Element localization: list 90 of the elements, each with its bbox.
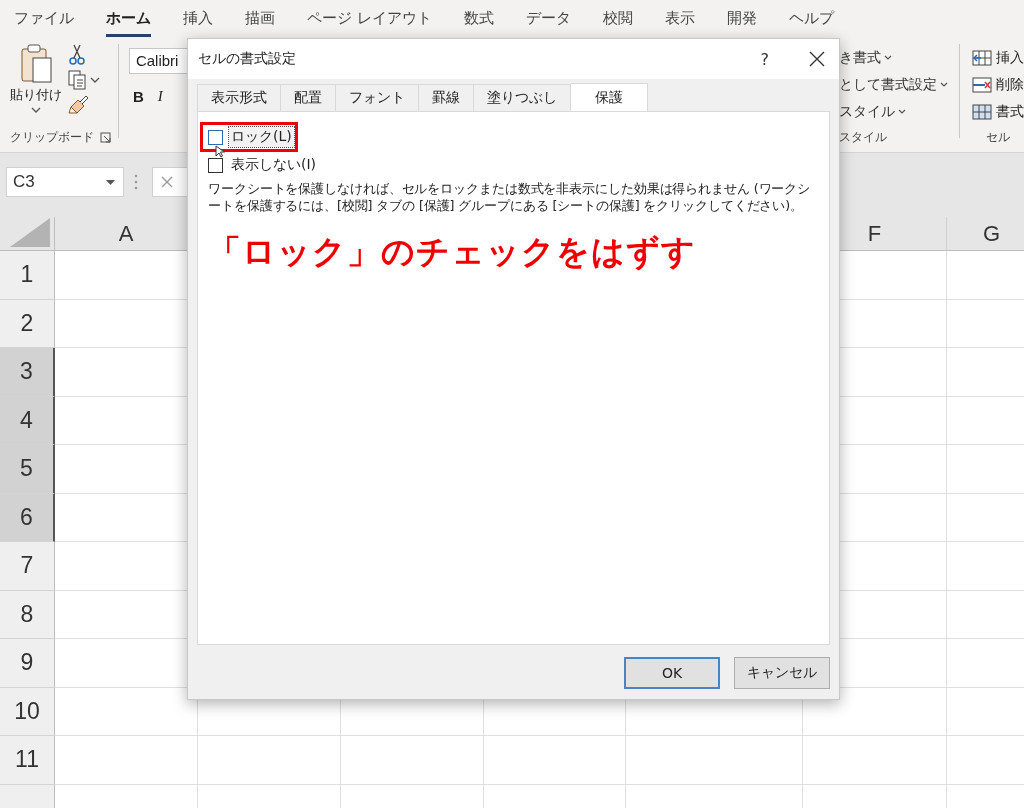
caret-icon (898, 108, 907, 115)
row-header[interactable]: 2 (0, 299, 55, 348)
delete-cells-icon (972, 76, 992, 93)
row-header[interactable]: 7 (0, 542, 55, 591)
info-text: ワークシートを保護しなければ、セルをロックまたは数式を非表示にした効果は得られません (ワークシートを保護するには、[校閲] タブの [保護] グループにある [シートの保護] をクリックしてください)。 (208, 180, 812, 214)
row-header[interactable]: 11 (0, 736, 55, 785)
select-all-button[interactable] (0, 217, 55, 251)
row-header[interactable]: 4 (0, 396, 55, 445)
row-header[interactable]: 6 (0, 493, 55, 542)
scissors-icon (68, 44, 86, 65)
dialog-tab[interactable]: フォント (336, 84, 419, 111)
grid-cell[interactable] (484, 736, 626, 785)
row-header[interactable]: 1 (0, 251, 55, 300)
dialog-button[interactable]: OK (624, 657, 720, 689)
ribbon-command[interactable]: スタイル (839, 102, 896, 121)
group-label: セル (985, 129, 1011, 146)
grid-cell[interactable] (947, 736, 1024, 785)
ribbon-tab[interactable]: ヘルプ (788, 1, 834, 37)
grid-cell[interactable] (947, 348, 1024, 397)
font-name-field[interactable]: Calibri (128, 48, 189, 74)
dialog-launcher-icon (99, 131, 112, 144)
checkbox[interactable] (208, 129, 223, 145)
more-icon (134, 174, 138, 190)
grid-cell[interactable] (947, 687, 1024, 736)
dialog-tab[interactable]: 表示形式 (197, 84, 281, 111)
ribbon-tab[interactable]: データ (525, 1, 571, 37)
bold-button[interactable]: B (132, 88, 144, 105)
grid-cell[interactable] (947, 590, 1024, 639)
grid-cell[interactable] (341, 736, 484, 785)
grid-cell[interactable] (803, 736, 947, 785)
dialog-tab[interactable]: 配置 (281, 84, 336, 111)
dialog-tab[interactable]: 保護 (571, 83, 648, 112)
row-header[interactable]: 9 (0, 639, 55, 688)
ribbon-tab[interactable]: 描画 (245, 1, 275, 37)
group-label: クリップボード (10, 129, 94, 146)
ribbon-command[interactable]: 挿入 (972, 44, 1024, 71)
checkbox[interactable] (208, 157, 223, 173)
ribbon-command[interactable]: 書式 (972, 98, 1024, 125)
copy-icon (68, 70, 86, 90)
grid-cell[interactable] (947, 493, 1024, 542)
ribbon-command[interactable]: として書式設定 (839, 75, 938, 94)
formula-field[interactable] (152, 167, 190, 197)
help-button[interactable]: ? (760, 49, 769, 69)
cursor-icon (215, 145, 225, 158)
grid-cell[interactable] (947, 251, 1024, 300)
grid-cell[interactable] (947, 396, 1024, 445)
ribbon-tab[interactable]: 数式 (463, 1, 494, 37)
checkbox-label[interactable]: 表示しない(I) (228, 154, 320, 176)
ribbon-tab[interactable]: 校閲 (602, 1, 633, 37)
grid-cell[interactable] (55, 687, 198, 736)
dialog-tab[interactable]: 塗りつぶし (474, 84, 571, 111)
dialog-button[interactable]: キャンセル (734, 657, 830, 689)
ribbon-tab[interactable]: 開発 (726, 1, 757, 37)
ribbon-tab[interactable]: ページ レイアウト (307, 1, 432, 37)
dropdown-icon (106, 179, 115, 185)
insert-cells-icon (972, 49, 992, 66)
close-icon[interactable] (809, 51, 825, 67)
grid-cell[interactable] (947, 299, 1024, 348)
grid-cell[interactable] (947, 639, 1024, 688)
row-header[interactable]: 10 (0, 687, 55, 736)
caret-icon (940, 81, 949, 88)
name-box[interactable]: C3 (6, 167, 124, 197)
ribbon-command[interactable]: 削除 (972, 71, 1024, 98)
grid-cell[interactable] (947, 542, 1024, 591)
row-header[interactable]: 3 (0, 348, 55, 397)
dialog-title: セルの書式設定 (198, 50, 297, 68)
row-header[interactable]: 5 (0, 445, 55, 494)
dialog-tab[interactable]: 罫線 (419, 84, 474, 111)
format-cells-icon (972, 103, 992, 120)
ribbon-tab[interactable]: 表示 (664, 1, 695, 37)
caret-icon (89, 76, 101, 84)
grid-cell[interactable] (198, 736, 341, 785)
ribbon-command[interactable]: き書式 (839, 48, 882, 67)
ribbon-tab[interactable]: 挿入 (183, 1, 213, 37)
caret-icon (884, 54, 893, 61)
clipboard-icon (19, 42, 53, 84)
caret-icon (30, 106, 42, 114)
ribbon-tab[interactable]: ホーム (106, 1, 151, 37)
checkbox-label[interactable]: ロック(L) (228, 126, 295, 148)
group-label: スタイル (839, 129, 889, 146)
grid-cell[interactable] (947, 445, 1024, 494)
annotation-text: 「ロック」のチェックをはずす (208, 231, 697, 273)
format-painter-icon (68, 95, 89, 115)
grid-cell[interactable] (55, 736, 198, 785)
grid-cell[interactable] (626, 736, 803, 785)
italic-button[interactable]: I (157, 88, 163, 105)
row-header[interactable]: 8 (0, 590, 55, 639)
cancel-icon (161, 176, 173, 188)
paste-button[interactable]: 貼り付け (10, 42, 62, 115)
ribbon-tab[interactable]: ファイル (14, 1, 74, 37)
